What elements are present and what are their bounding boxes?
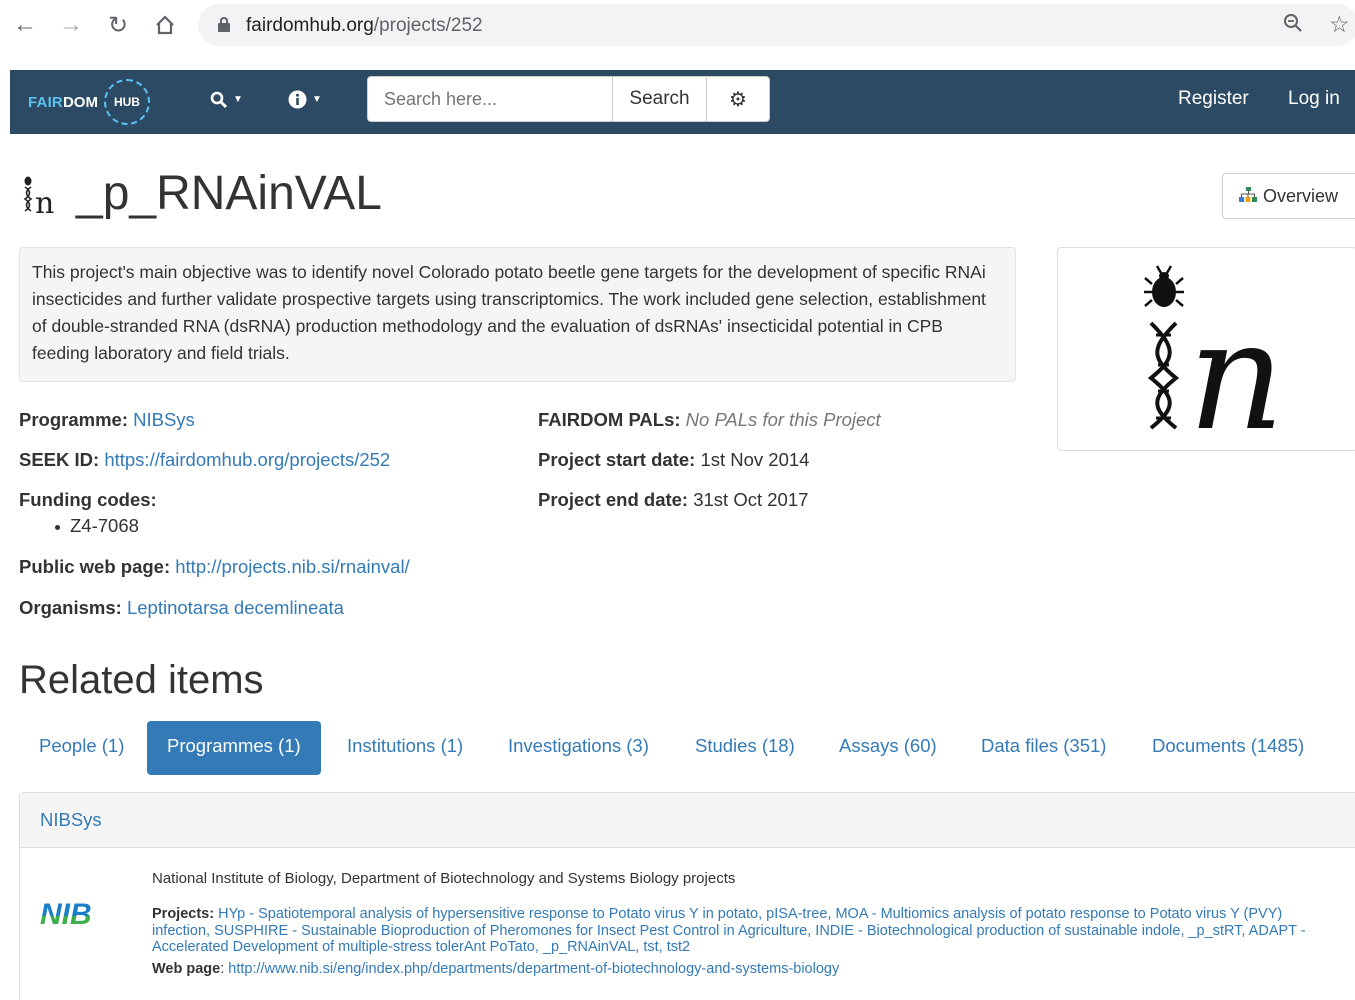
seek-id-row: SEEK ID: https://fairdomhub.org/projects…	[19, 449, 390, 471]
search-icon	[210, 91, 228, 108]
start-date-value: 1st Nov 2014	[700, 449, 810, 470]
search-dropdown[interactable]: ▼	[210, 88, 243, 111]
register-link[interactable]: Register	[1178, 88, 1249, 110]
project-avatar: n	[1057, 247, 1355, 464]
browser-toolbar: ← → ↻ fairdomhub.org/projects/252 ☆	[0, 0, 1355, 54]
programme-title-link[interactable]: NIBSys	[40, 809, 102, 830]
programme-label: Programme:	[19, 409, 128, 430]
funding-code-item: Z4-7068	[55, 515, 139, 537]
seek-id-label: SEEK ID:	[19, 449, 100, 470]
project-avatar-small: n	[19, 173, 65, 221]
svg-text:n: n	[1188, 290, 1285, 452]
organisms-label: Organisms:	[19, 597, 122, 618]
projects-label: Projects:	[152, 906, 215, 922]
organism-link[interactable]: Leptinotarsa decemlineata	[127, 597, 344, 618]
tab-investigations[interactable]: Investigations (3)	[488, 721, 669, 775]
search-input[interactable]	[367, 76, 613, 122]
web-page-label: Web page	[152, 961, 221, 977]
back-arrow-icon[interactable]: ←	[10, 10, 40, 40]
search-settings-button[interactable]: ⚙	[706, 76, 770, 122]
public-web-link[interactable]: http://projects.nib.si/rnainval/	[175, 556, 409, 577]
programme-row: Programme: NIBSys	[19, 409, 195, 431]
related-items-heading: Related items	[19, 658, 264, 702]
seek-id-link[interactable]: https://fairdomhub.org/projects/252	[104, 449, 390, 470]
pals-label: FAIRDOM PALs:	[538, 409, 681, 430]
tab-data-files[interactable]: Data files (351)	[961, 721, 1126, 775]
project-description: This project's main objective was to ide…	[19, 247, 1016, 382]
tab-people[interactable]: People (1)	[19, 721, 144, 775]
bookmark-star-icon[interactable]: ☆	[1329, 11, 1350, 38]
site-navbar: FAIRDOM HUB ▼ ▼ Search ⚙ Register Log in	[10, 70, 1355, 134]
address-bar[interactable]: fairdomhub.org/projects/252 ☆	[198, 4, 1355, 46]
info-icon	[288, 90, 307, 109]
tab-documents[interactable]: Documents (1485)	[1132, 721, 1324, 775]
programme-description: National Institute of Biology, Departmen…	[152, 870, 736, 887]
fairdomhub-logo[interactable]: FAIR DOM HUB	[28, 79, 150, 125]
end-date-value: 31st Oct 2017	[693, 489, 809, 510]
hub-logo-badge: HUB	[103, 79, 150, 125]
end-date-row: Project end date: 31st Oct 2017	[538, 489, 808, 511]
tab-institutions[interactable]: Institutions (1)	[327, 721, 483, 775]
organisms-row: Organisms: Leptinotarsa decemlineata	[19, 597, 344, 619]
info-dropdown[interactable]: ▼	[288, 88, 322, 111]
zoom-icon[interactable]	[1283, 13, 1303, 39]
funding-codes-label: Funding codes:	[19, 489, 157, 510]
programme-projects: Projects: HYp - Spatiotemporal analysis …	[152, 906, 1342, 956]
url-text: fairdomhub.org/projects/252	[246, 15, 483, 36]
tab-programmes[interactable]: Programmes (1)	[147, 721, 321, 775]
pals-value: No PALs for this Project	[685, 409, 881, 430]
related-tabs: People (1) Programmes (1) Institutions (…	[19, 721, 1355, 775]
nib-logo[interactable]: NIB	[40, 898, 122, 933]
gear-icon: ⚙	[729, 88, 747, 111]
lock-icon	[218, 17, 230, 32]
overview-button[interactable]: Overview	[1222, 173, 1355, 219]
sitemap-icon	[1239, 186, 1257, 206]
page-title: _p_RNAinVAL	[76, 167, 382, 220]
public-web-label: Public web page:	[19, 556, 171, 577]
search-button[interactable]: Search	[612, 76, 707, 122]
login-link[interactable]: Log in	[1288, 88, 1340, 110]
chevron-down-icon: ▼	[312, 94, 322, 106]
home-icon[interactable]	[150, 10, 180, 40]
start-date-label: Project start date:	[538, 449, 696, 470]
end-date-label: Project end date:	[538, 489, 689, 510]
projects-links[interactable]: HYp - Spatiotemporal analysis of hyperse…	[152, 906, 1306, 955]
start-date-row: Project start date: 1st Nov 2014	[538, 449, 809, 471]
public-web-row: Public web page: http://projects.nib.si/…	[19, 556, 410, 578]
svg-text:NIB: NIB	[40, 900, 92, 928]
forward-arrow-icon[interactable]: →	[56, 10, 86, 40]
web-page-link[interactable]: http://www.nib.si/eng/index.php/departme…	[228, 961, 839, 977]
tab-assays[interactable]: Assays (60)	[819, 721, 957, 775]
pals-row: FAIRDOM PALs: No PALs for this Project	[538, 409, 881, 431]
programme-link[interactable]: NIBSys	[133, 409, 195, 430]
svg-text:n: n	[35, 186, 54, 219]
reload-icon[interactable]: ↻	[103, 10, 133, 40]
programme-panel: NIBSys NIB National Institute of Biology…	[19, 792, 1355, 1000]
overview-label: Overview	[1263, 185, 1339, 206]
programme-web-page: Web page: http://www.nib.si/eng/index.ph…	[152, 961, 840, 977]
tab-studies[interactable]: Studies (18)	[675, 721, 815, 775]
chevron-down-icon: ▼	[233, 94, 243, 106]
panel-heading: NIBSys	[20, 793, 1355, 848]
